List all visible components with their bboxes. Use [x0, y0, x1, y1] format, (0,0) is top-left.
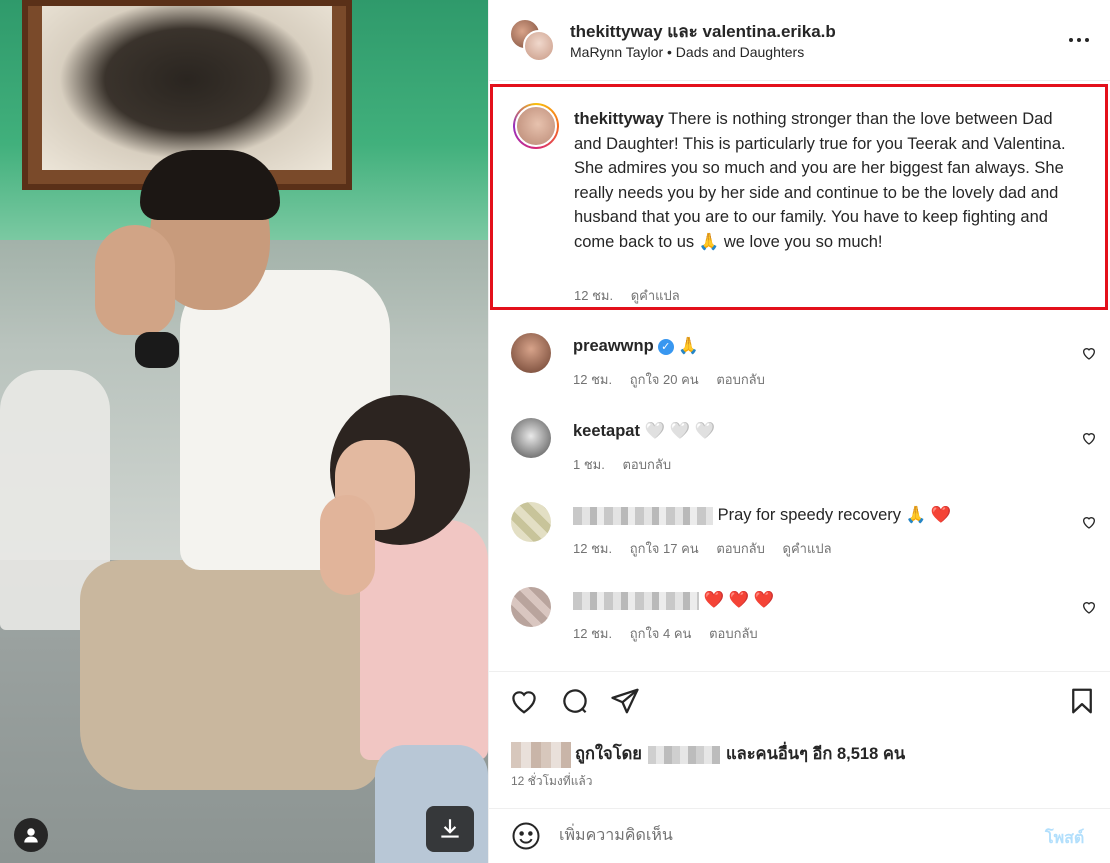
photo-girl-hands	[320, 495, 375, 595]
post-comment-button[interactable]: โพสต์	[1045, 826, 1084, 851]
comment-item: Pray for speedy recovery 🙏 ❤️ 12 ชม. ถูก…	[489, 502, 1110, 582]
comment-username[interactable]: keetapat	[573, 422, 640, 440]
post-timestamp[interactable]: 12 ชั่วโมงที่แล้ว	[511, 772, 593, 791]
comment-translate-link[interactable]: ดูคำแปล	[783, 541, 832, 556]
comment-username[interactable]: preawwnp	[573, 337, 654, 355]
caption-text: thekittyway There is nothing stronger th…	[574, 107, 1074, 255]
comment-bubble-icon[interactable]	[560, 686, 590, 716]
comment-likes[interactable]: ถูกใจ 20 คน	[630, 372, 699, 387]
redacted-username	[573, 591, 699, 610]
user-icon	[24, 828, 38, 843]
comment-time[interactable]: 12 ชม.	[573, 372, 612, 387]
comment-time[interactable]: 1 ชม.	[573, 457, 605, 472]
comment-text: 🙏	[678, 337, 699, 355]
comment-likes[interactable]: ถูกใจ 4 คน	[630, 626, 692, 641]
more-horizontal-icon[interactable]	[1067, 28, 1091, 52]
post-actions	[489, 686, 1110, 726]
post-header: thekittyway และ valentina.erika.b MaRynn…	[489, 0, 1110, 81]
comment-text: 🤍 🤍 🤍	[644, 422, 716, 440]
comment-meta: 12 ชม. ถูกใจ 20 คน ตอบกลับ	[573, 369, 779, 390]
comment-line: keetapat 🤍 🤍 🤍	[573, 422, 715, 441]
comment-line: Pray for speedy recovery 🙏 ❤️	[573, 506, 951, 525]
comment-meta: 12 ชม. ถูกใจ 17 คน ตอบกลับ ดูคำแปล	[573, 538, 846, 559]
likes-summary[interactable]: ถูกใจโดย และคนอื่นๆ อีก 8,518 คน	[511, 741, 905, 769]
download-button[interactable]	[426, 806, 474, 852]
comment-reply-button[interactable]: ตอบกลับ	[709, 626, 758, 641]
redacted-liker-name	[647, 745, 720, 764]
comment-likes[interactable]: ถูกใจ 17 คน	[630, 541, 699, 556]
heart-icon[interactable]	[1081, 514, 1097, 530]
redacted-username	[573, 506, 713, 525]
like-heart-icon[interactable]	[509, 686, 539, 716]
caption-body: There is nothing stronger than the love …	[574, 110, 1066, 251]
comment-reply-button[interactable]: ตอบกลับ	[622, 457, 671, 472]
caption-highlight: thekittyway There is nothing stronger th…	[490, 84, 1108, 310]
comment-meta: 1 ชม. ตอบกลับ	[573, 454, 685, 475]
post-panel: thekittyway และ valentina.erika.b MaRynn…	[488, 0, 1110, 863]
comment-reply-button[interactable]: ตอบกลับ	[716, 541, 765, 556]
comment-line: preawwnp ✓ 🙏	[573, 337, 699, 356]
heart-icon[interactable]	[1081, 599, 1097, 615]
post-photo[interactable]	[0, 0, 488, 863]
post-authors[interactable]: thekittyway และ valentina.erika.b	[570, 18, 836, 45]
photo-girl-shirt	[360, 520, 488, 760]
actions-divider	[489, 671, 1110, 672]
comment-time[interactable]: 12 ชม.	[573, 541, 612, 556]
avatar[interactable]	[511, 587, 551, 627]
photo-man-hair	[140, 150, 280, 220]
comment-composer: โพสต์	[489, 808, 1110, 863]
photo-man-legs	[80, 560, 380, 790]
likes-suffix[interactable]: และคนอื่นๆ อีก 8,518 คน	[726, 745, 905, 763]
collab-avatars[interactable]	[509, 18, 555, 64]
comment-item: ❤️ ❤️ ❤️ 12 ชม. ถูกใจ 4 คน ตอบกลับ	[489, 587, 1110, 667]
emoji-icon[interactable]	[511, 821, 541, 851]
heart-icon[interactable]	[1081, 430, 1097, 446]
comment-meta: 12 ชม. ถูกใจ 4 คน ตอบกลับ	[573, 623, 772, 644]
comment-input[interactable]	[559, 821, 1029, 851]
download-icon	[441, 819, 459, 838]
avatar[interactable]	[511, 333, 551, 373]
caption-meta: 12 ชม. ดูคำแปล	[574, 285, 694, 306]
comment-line: ❤️ ❤️ ❤️	[573, 591, 774, 610]
comment-text: Pray for speedy recovery 🙏 ❤️	[717, 506, 952, 524]
caption-username[interactable]: thekittyway	[574, 110, 664, 128]
comment-item: preawwnp ✓ 🙏 12 ชม. ถูกใจ 20 คน ตอบกลับ	[489, 333, 1110, 413]
liker-avatars	[511, 741, 571, 768]
comment-reply-button[interactable]: ตอบกลับ	[716, 372, 765, 387]
caption-translate-link[interactable]: ดูคำแปล	[631, 288, 680, 303]
heart-icon[interactable]	[1081, 345, 1097, 361]
post-audio-subtitle[interactable]: MaRynn Taylor • Dads and Daughters	[570, 44, 804, 60]
comment-time[interactable]: 12 ชม.	[573, 626, 612, 641]
avatar[interactable]	[511, 502, 551, 542]
comment-text: ❤️ ❤️ ❤️	[703, 591, 775, 609]
caption-avatar[interactable]	[513, 103, 559, 149]
avatar[interactable]	[511, 418, 551, 458]
avatar	[523, 30, 555, 62]
likes-prefix: ถูกใจโดย	[575, 745, 642, 763]
comment-item: keetapat 🤍 🤍 🤍 1 ชม. ตอบกลับ	[489, 418, 1110, 498]
photo-watch	[135, 332, 179, 368]
bookmark-icon[interactable]	[1067, 686, 1097, 716]
caption-time[interactable]: 12 ชม.	[574, 288, 613, 303]
photo-man-hands	[95, 225, 175, 335]
share-send-icon[interactable]	[610, 686, 640, 716]
verified-badge-icon: ✓	[657, 338, 674, 355]
tagged-users-button[interactable]	[14, 818, 48, 852]
